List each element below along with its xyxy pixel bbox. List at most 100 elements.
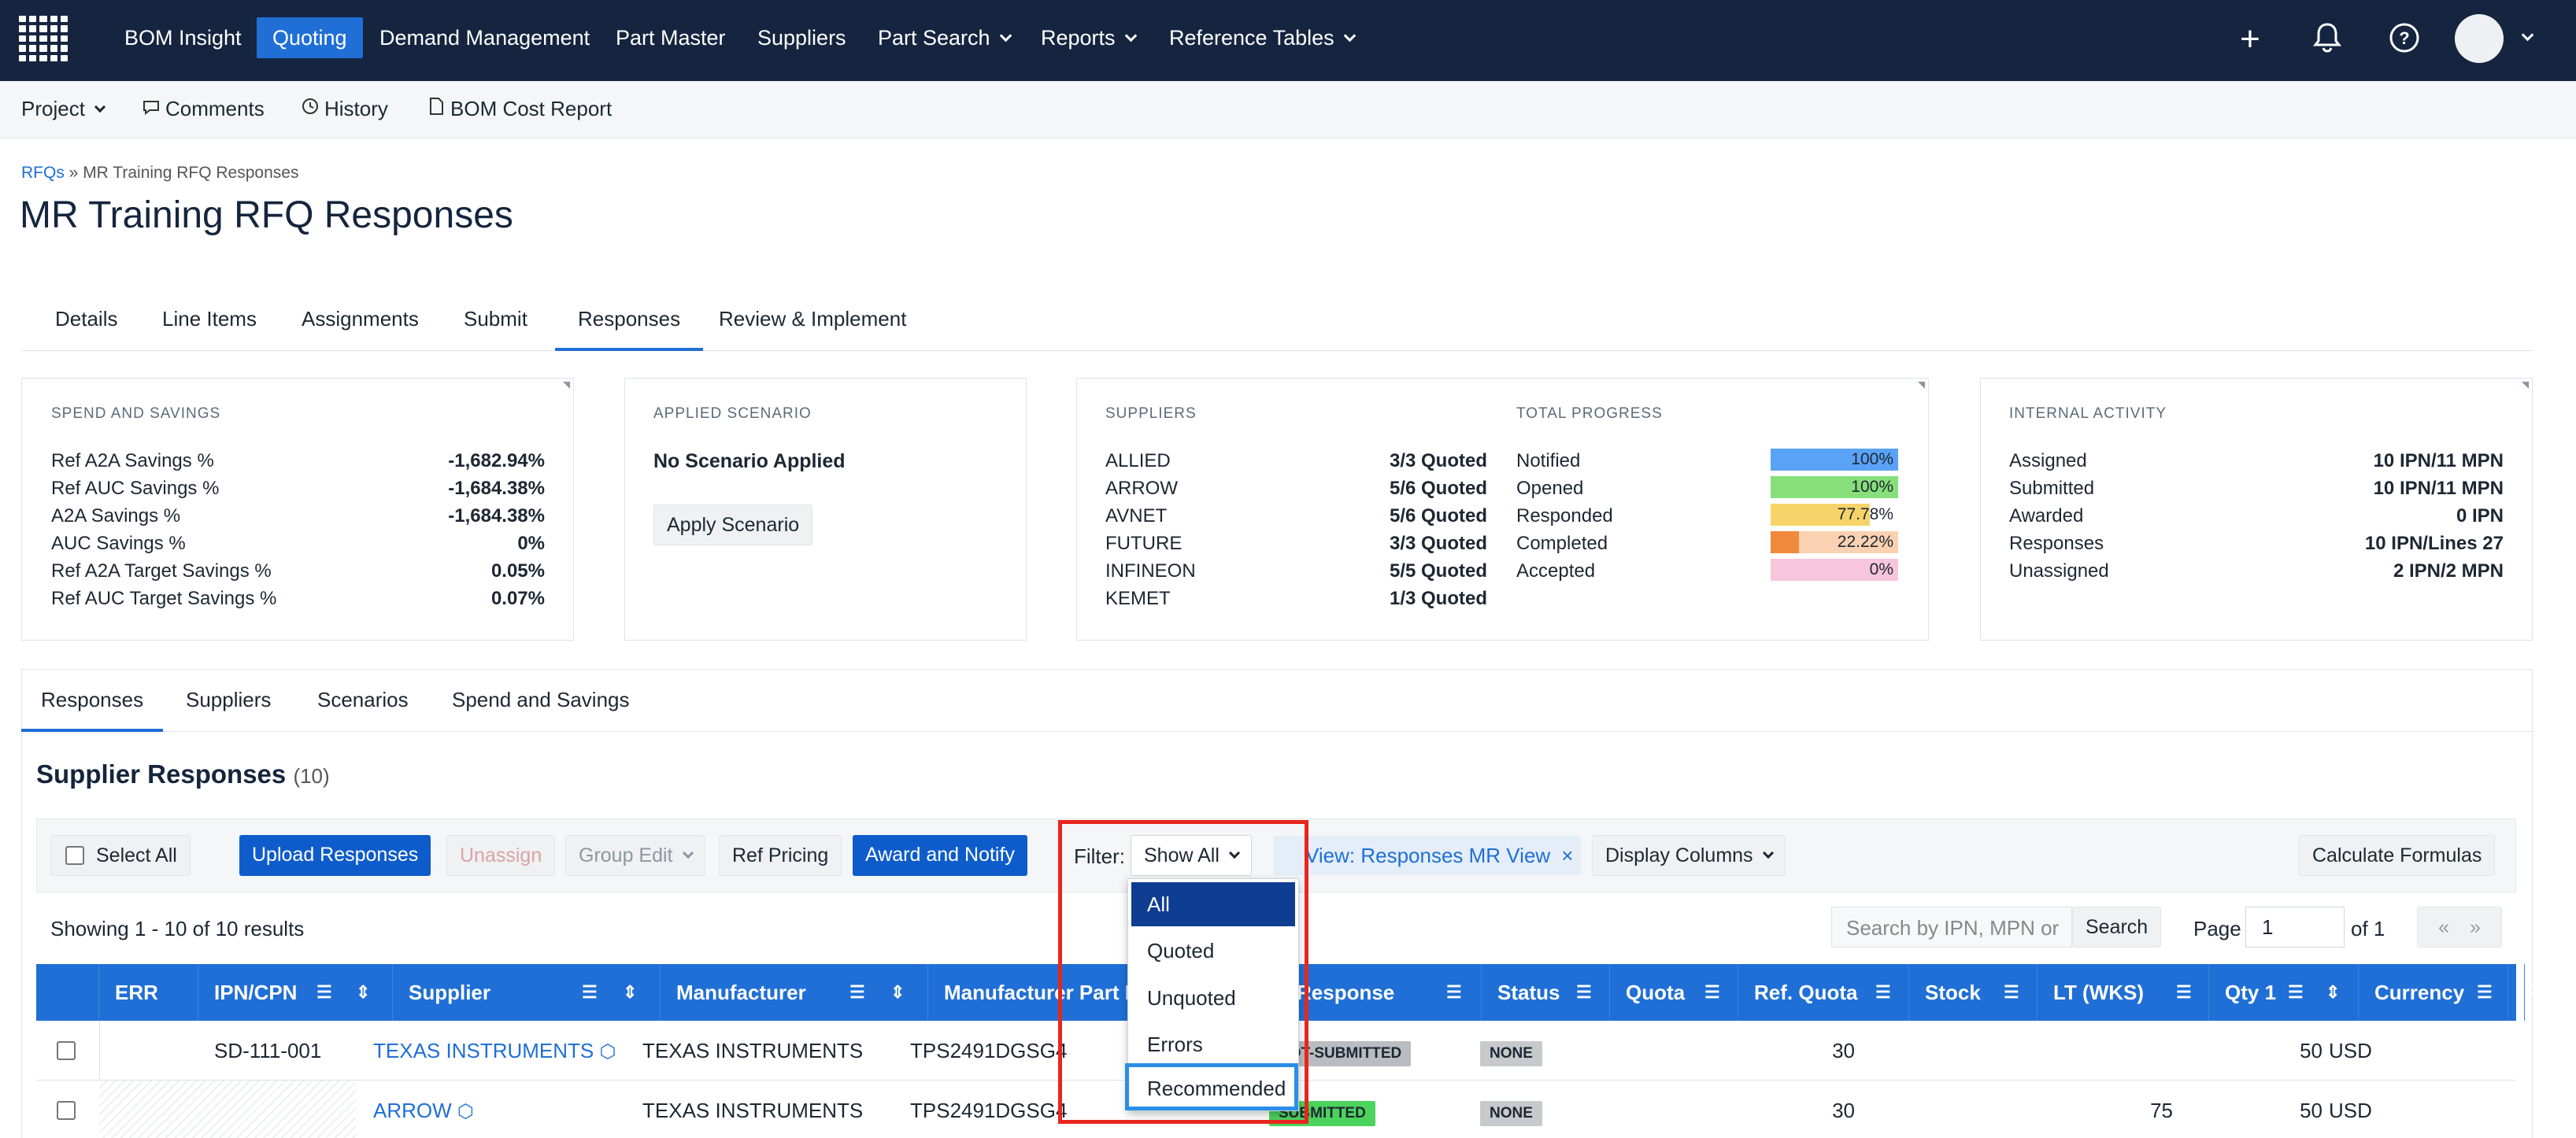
focus-ring	[1125, 1063, 1298, 1110]
cell-supplier[interactable]: ARROW ⬡	[373, 1081, 474, 1138]
column-menu-icon[interactable]: ☰	[1576, 964, 1592, 1021]
breadcrumb-rfqs-link[interactable]: RFQs	[21, 164, 65, 182]
progress-bar: 77.78%	[1771, 504, 1898, 526]
subtab-responses[interactable]: Responses	[21, 688, 164, 732]
column-header-err[interactable]: ERR	[99, 964, 198, 1021]
first-page-button[interactable]: «	[2438, 916, 2449, 938]
section-count: (10)	[293, 764, 330, 788]
column-menu-icon[interactable]: ☰	[316, 964, 332, 1021]
plus-icon[interactable]: +	[2233, 22, 2267, 57]
supplier-quoted: 5/6 Quoted	[1389, 505, 1487, 527]
nav-item-part-search[interactable]: Part Search	[862, 17, 1026, 58]
cube-icon[interactable]: ⬡	[599, 1041, 616, 1062]
nav-item-reference-tables[interactable]: Reference Tables	[1153, 17, 1370, 58]
column-header-quota[interactable]: Quota ☰	[1610, 964, 1738, 1021]
subtab-spend-savings[interactable]: Spend and Savings	[452, 688, 630, 732]
project-menu[interactable]: Project	[21, 97, 105, 121]
search-input[interactable]: Search by IPN, MPN or	[1831, 907, 2072, 948]
avatar[interactable]	[2455, 14, 2504, 63]
page-number-input[interactable]: 1	[2245, 907, 2345, 948]
nav-item-suppliers[interactable]: Suppliers	[742, 17, 862, 58]
last-page-button[interactable]: »	[2470, 916, 2481, 938]
nav-item-demand-management[interactable]: Demand Management	[364, 17, 605, 58]
cell-ipn: SD-111-001	[214, 1039, 322, 1062]
upload-responses-button[interactable]: Upload Responses	[239, 835, 431, 876]
card-corner-icon[interactable]	[1918, 382, 1925, 389]
spend-row-label: Ref A2A Target Savings %	[51, 560, 272, 582]
page-total: of 1	[2351, 917, 2385, 940]
ref-pricing-button[interactable]: Ref Pricing	[719, 835, 842, 876]
column-header-status[interactable]: Status ☰	[1482, 964, 1610, 1021]
avatar-chevron-icon[interactable]	[2510, 22, 2545, 57]
nav-item-bom-insight[interactable]: BOM Insight	[109, 17, 257, 58]
tab-responses[interactable]: Responses	[555, 307, 704, 351]
column-header-manufacturer[interactable]: Manufacturer ☰ ⇕	[661, 964, 928, 1021]
supplier-quoted: 5/5 Quoted	[1389, 560, 1487, 582]
award-notify-button[interactable]: Award and Notify	[853, 835, 1027, 876]
display-columns-button[interactable]: Display Columns	[1592, 835, 1786, 876]
column-menu-icon[interactable]: ☰	[2004, 964, 2019, 1021]
column-menu-icon[interactable]: ☰	[2288, 964, 2304, 1021]
column-menu-icon[interactable]: ☰	[582, 964, 598, 1021]
column-menu-icon[interactable]: ☰	[849, 964, 865, 1021]
nav-item-reports[interactable]: Reports	[1025, 17, 1151, 58]
sort-icon[interactable]: ⇕	[2326, 964, 2340, 1021]
nav-item-part-master[interactable]: Part Master	[600, 17, 742, 58]
tab-assignments[interactable]: Assignments	[302, 307, 419, 351]
column-header-stock[interactable]: Stock ☰	[1909, 964, 2037, 1021]
select-all-button[interactable]: Select All	[50, 835, 191, 876]
subtab-scenarios[interactable]: Scenarios	[317, 688, 409, 732]
select-all-checkbox[interactable]	[65, 846, 84, 865]
history-link[interactable]: History	[301, 97, 388, 121]
search-button[interactable]: Search	[2072, 907, 2162, 948]
row-checkbox[interactable]	[57, 1101, 76, 1120]
bom-cost-report-link[interactable]: BOM Cost Report	[427, 97, 612, 121]
app-grid-logo-icon[interactable]	[19, 16, 68, 61]
tab-submit[interactable]: Submit	[464, 307, 527, 351]
column-header-ipn[interactable]: IPN/CPN ☰ ⇕	[198, 964, 393, 1021]
column-header-qty1[interactable]: Qty 1 ☰ ⇕	[2209, 964, 2359, 1021]
calculate-formulas-button[interactable]: Calculate Formulas	[2299, 835, 2496, 876]
column-header-currency[interactable]: Currency ☰	[2359, 964, 2508, 1021]
sort-icon[interactable]: ⇕	[623, 964, 637, 1021]
column-menu-icon[interactable]: ☰	[2176, 964, 2192, 1021]
nav-item-quoting[interactable]: Quoting	[257, 17, 363, 58]
tab-details[interactable]: Details	[55, 307, 117, 351]
sort-icon[interactable]: ⇕	[890, 964, 905, 1021]
column-header-supplier[interactable]: Supplier ☰ ⇕	[393, 964, 661, 1021]
sort-icon[interactable]: ⇕	[356, 964, 370, 1021]
bell-icon[interactable]	[2310, 22, 2345, 57]
cube-icon[interactable]: ⬡	[457, 1101, 474, 1122]
tab-line-items[interactable]: Line Items	[162, 307, 257, 351]
apply-scenario-button[interactable]: Apply Scenario	[653, 504, 813, 545]
breadcrumb: RFQs » MR Training RFQ Responses	[21, 164, 298, 183]
column-menu-icon[interactable]: ☰	[1875, 964, 1891, 1021]
subtab-suppliers[interactable]: Suppliers	[186, 688, 271, 732]
column-header-ref-quota[interactable]: Ref. Quota ☰	[1738, 964, 1909, 1021]
progress-value: 100%	[1851, 478, 1893, 496]
cell-supplier[interactable]: TEXAS INSTRUMENTS ⬡	[373, 1021, 616, 1081]
column-header-response[interactable]: Response ☰	[1281, 964, 1482, 1021]
close-icon[interactable]: ×	[1561, 844, 1573, 867]
supplier-link[interactable]: TEXAS INSTRUMENTS	[373, 1039, 594, 1062]
help-glyph: ?	[2399, 28, 2409, 48]
supplier-link[interactable]: ARROW	[373, 1099, 452, 1122]
tab-review-implement[interactable]: Review & Implement	[719, 307, 906, 351]
card-corner-icon[interactable]	[563, 382, 570, 389]
column-menu-icon[interactable]: ☰	[1446, 964, 1462, 1021]
row-checkbox[interactable]	[57, 1041, 76, 1060]
unassign-button[interactable]: Unassign	[446, 835, 556, 876]
column-header-select	[36, 964, 99, 1021]
view-chip[interactable]: View: Responses MR View ×	[1274, 836, 1581, 875]
column-menu-icon[interactable]: ☰	[1704, 964, 1720, 1021]
progress-bar: 0%	[1771, 559, 1898, 581]
column-header-lt[interactable]: LT (WKS) ☰	[2037, 964, 2209, 1021]
comments-link[interactable]: Comments	[142, 97, 265, 121]
chevron-down-icon	[1762, 847, 1774, 859]
group-edit-button[interactable]: Group Edit	[565, 835, 705, 876]
help-icon[interactable]: ?	[2387, 22, 2422, 57]
column-menu-icon[interactable]: ☰	[2477, 964, 2493, 1021]
column-header-price[interactable]: Pric	[2508, 964, 2563, 1021]
card-corner-icon[interactable]	[2522, 382, 2529, 389]
spend-row-value: -1,684.38%	[448, 505, 545, 527]
